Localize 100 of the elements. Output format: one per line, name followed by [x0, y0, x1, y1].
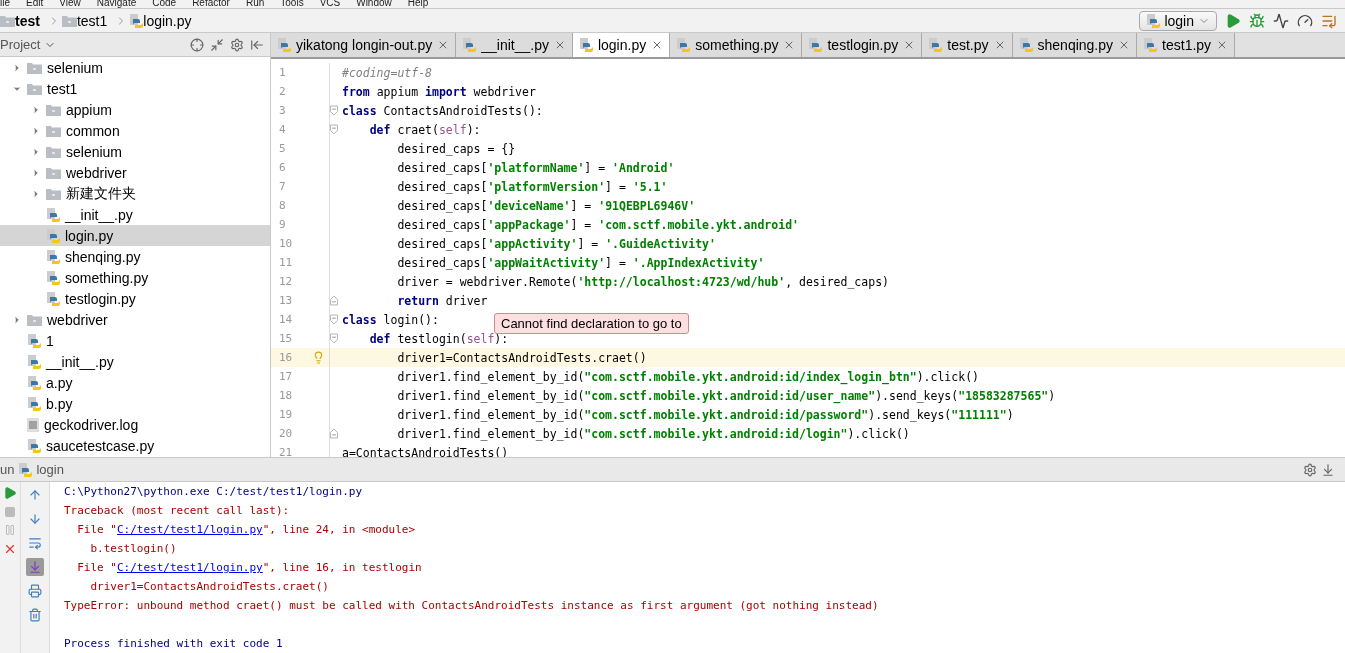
fold-marker-icon[interactable] [330, 295, 338, 306]
expand-arrow-icon[interactable] [12, 314, 22, 325]
menu-item[interactable]: VCS [319, 0, 341, 9]
tree-item[interactable]: webdriver [0, 309, 270, 330]
python-file-icon [46, 249, 60, 264]
breadcrumb[interactable]: login.py [143, 12, 198, 29]
console-line: File "C:/test/test1/login.py", line 24, in <module> [76, 522, 416, 538]
project-view-selector[interactable]: Project [0, 37, 57, 52]
code-line: driver = webdriver.Remote('http://localhost:4723/wd/hub', desired_caps) [396, 274, 889, 289]
error-tooltip: Cannot find declaration to go to [494, 313, 689, 334]
code-editor[interactable] [271, 59, 1345, 457]
code-line: #coding=utf-8 [342, 65, 432, 80]
tree-item[interactable]: shenqing.py [0, 246, 270, 267]
folder-icon [46, 187, 61, 200]
tree-item[interactable]: 1 [0, 330, 270, 351]
run-icon[interactable] [1225, 12, 1241, 29]
lightbulb-icon[interactable] [312, 351, 325, 364]
python-file-icon [27, 438, 41, 453]
fold-marker-icon[interactable] [330, 333, 338, 344]
line-number: 11 [279, 256, 293, 269]
line-number: 4 [279, 123, 286, 136]
python-file-icon [676, 38, 691, 52]
file-link[interactable]: C:/test/test1/login.py [117, 561, 263, 574]
expand-arrow-icon[interactable] [31, 125, 41, 136]
fold-marker-icon[interactable] [330, 105, 338, 116]
line-number: 16 [279, 351, 293, 364]
editor-tab[interactable]: yikatong longin-out.py [271, 33, 457, 57]
tree-item[interactable]: test1 [0, 78, 270, 99]
line-number: 12 [279, 275, 293, 288]
code-line: desired_caps['appActivity'] = '.GuideActivity' [396, 236, 716, 251]
tree-item[interactable]: a.py [0, 372, 270, 393]
print-icon[interactable] [28, 584, 42, 598]
code-line: desired_caps['platformName'] = 'Android' [396, 160, 675, 175]
line-number: 17 [279, 370, 293, 383]
editor-tab[interactable]: something.py [670, 33, 803, 57]
expand-arrow-icon[interactable] [31, 188, 41, 199]
python-file-icon [129, 13, 144, 28]
console-line: driver1=ContactsAndroidTests.craet() [89, 579, 330, 595]
tree-item[interactable]: 新建文件夹 [0, 183, 270, 204]
python-file-icon [1146, 13, 1161, 28]
tree-item[interactable]: something.py [0, 267, 270, 288]
menu-item[interactable]: Run [245, 0, 265, 9]
hide-panel-icon[interactable] [250, 37, 264, 52]
soft-wrap-icon[interactable] [28, 536, 42, 550]
settings-icon[interactable] [1303, 462, 1317, 477]
hide-panel-icon[interactable] [1321, 462, 1335, 477]
profile-icon[interactable] [1297, 12, 1313, 29]
line-number: 21 [279, 446, 293, 457]
line-number: 14 [279, 313, 293, 326]
folder-icon [46, 145, 61, 158]
expand-arrow-icon[interactable] [12, 62, 22, 73]
tree-item[interactable]: b.py [0, 393, 270, 414]
folder-icon [46, 103, 61, 116]
line-number: 8 [279, 199, 286, 212]
code-line: return driver [396, 293, 488, 308]
file-link[interactable]: C:/test/test1/login.py [117, 523, 263, 536]
python-file-icon [46, 228, 60, 243]
python-file-icon [462, 38, 477, 52]
fold-marker-icon[interactable] [330, 428, 338, 439]
code-line: desired_caps['platformVersion'] = '5.1' [396, 179, 668, 194]
tree-item[interactable]: __init__.py [0, 204, 270, 225]
settings-icon[interactable] [230, 37, 244, 52]
debug-icon[interactable] [1249, 12, 1265, 29]
tree-item[interactable]: testlogin.py [0, 288, 270, 309]
tree-item[interactable]: common [0, 120, 270, 141]
line-number: 1 [279, 66, 286, 79]
fold-marker-icon[interactable] [330, 314, 338, 325]
close-icon[interactable] [3, 542, 17, 556]
editor-tab[interactable]: test.py [922, 33, 1013, 57]
run-config-dropdown[interactable]: login [1139, 10, 1217, 31]
tree-item[interactable]: selenium [0, 57, 270, 78]
fold-marker-icon[interactable] [330, 124, 338, 135]
breadcrumb[interactable]: test [15, 12, 46, 29]
editor-tab[interactable]: testlogin.py [802, 33, 923, 57]
editor-tab[interactable]: login.py [572, 33, 671, 57]
tree-item[interactable]: __init__.py [0, 351, 270, 372]
trash-icon[interactable] [28, 608, 42, 622]
tree-item[interactable]: appium [0, 99, 270, 120]
expand-arrow-icon[interactable] [31, 167, 41, 178]
tree-item[interactable]: webdriver [0, 162, 270, 183]
tree-item[interactable]: saucetestcase.py [0, 435, 270, 456]
folder-icon [61, 14, 77, 27]
tree-item[interactable]: geckodriver.log [0, 414, 270, 435]
expand-arrow-icon[interactable] [31, 104, 41, 115]
locate-icon[interactable] [190, 37, 204, 52]
python-file-icon [46, 291, 60, 306]
expand-arrow-icon[interactable] [31, 146, 41, 157]
breadcrumb[interactable]: test1 [76, 12, 114, 29]
editor-tab[interactable]: __init__.py [456, 33, 573, 57]
editor-tab[interactable]: shenqing.py [1012, 33, 1138, 57]
down-arrow-icon[interactable] [28, 512, 42, 526]
code-line: class login(): [342, 312, 439, 327]
rerun-icon[interactable] [3, 486, 17, 500]
tree-item[interactable]: selenium [0, 141, 270, 162]
scroll-to-end-icon[interactable] [28, 560, 42, 574]
run-tab[interactable]: login [36, 462, 64, 477]
collapse-icon[interactable] [210, 37, 224, 52]
editor-tab[interactable]: test1.py [1137, 33, 1236, 57]
code-line: driver1.find_element_by_id("com.sctf.mobile.ykt.android:id/login").click() [396, 426, 910, 441]
tree-item[interactable]: login.py [0, 225, 270, 246]
